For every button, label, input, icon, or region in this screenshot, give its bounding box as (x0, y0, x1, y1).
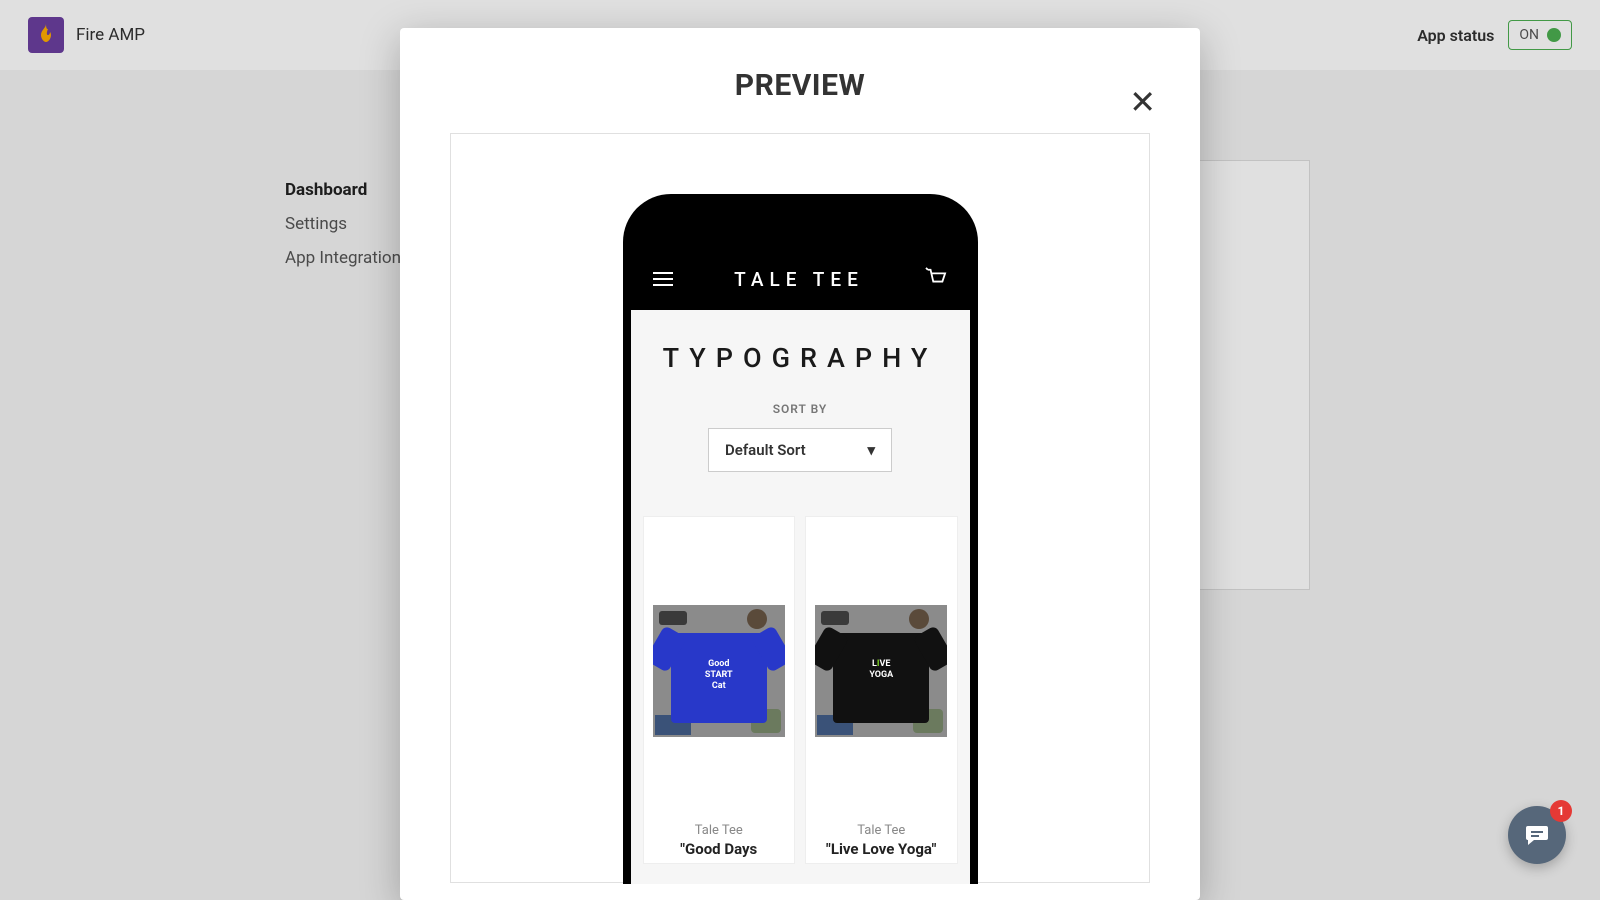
shop-header: TALE TEE (631, 248, 970, 310)
sort-label: SORT BY (643, 402, 958, 416)
preview-modal: ✕ PREVIEW TALE TEE TYPOGRAPHY SORT BY De… (400, 28, 1200, 900)
category-title: TYPOGRAPHY (643, 342, 958, 374)
hamburger-icon[interactable] (653, 272, 673, 286)
product-image: LIVEYOGA (815, 605, 947, 737)
chat-badge: 1 (1550, 800, 1572, 822)
modal-title: PREVIEW (430, 68, 1170, 103)
phone-mockup: TALE TEE TYPOGRAPHY SORT BY Default Sort… (623, 194, 978, 884)
shop-logo[interactable]: TALE TEE (734, 268, 864, 291)
product-brand: Tale Tee (695, 823, 743, 838)
preview-frame: TALE TEE TYPOGRAPHY SORT BY Default Sort… (450, 133, 1150, 883)
close-icon[interactable]: ✕ (1129, 86, 1156, 118)
chat-widget[interactable]: 1 (1508, 806, 1566, 864)
sort-value: Default Sort (725, 441, 806, 459)
product-image: GoodSTARTCat (653, 605, 785, 737)
phone-screen: TALE TEE TYPOGRAPHY SORT BY Default Sort… (631, 248, 970, 884)
product-card[interactable]: GoodSTARTCat Tale Tee "Good Days (643, 516, 796, 864)
cart-icon[interactable] (925, 267, 947, 291)
product-brand: Tale Tee (857, 823, 905, 838)
product-name: "Good Days (672, 838, 765, 858)
sort-select[interactable]: Default Sort ▾ (708, 428, 892, 472)
product-card[interactable]: LIVEYOGA Tale Tee "Live Love Yoga" (805, 516, 958, 864)
product-name: "Live Love Yoga" (818, 838, 944, 858)
chevron-down-icon: ▾ (867, 441, 875, 459)
